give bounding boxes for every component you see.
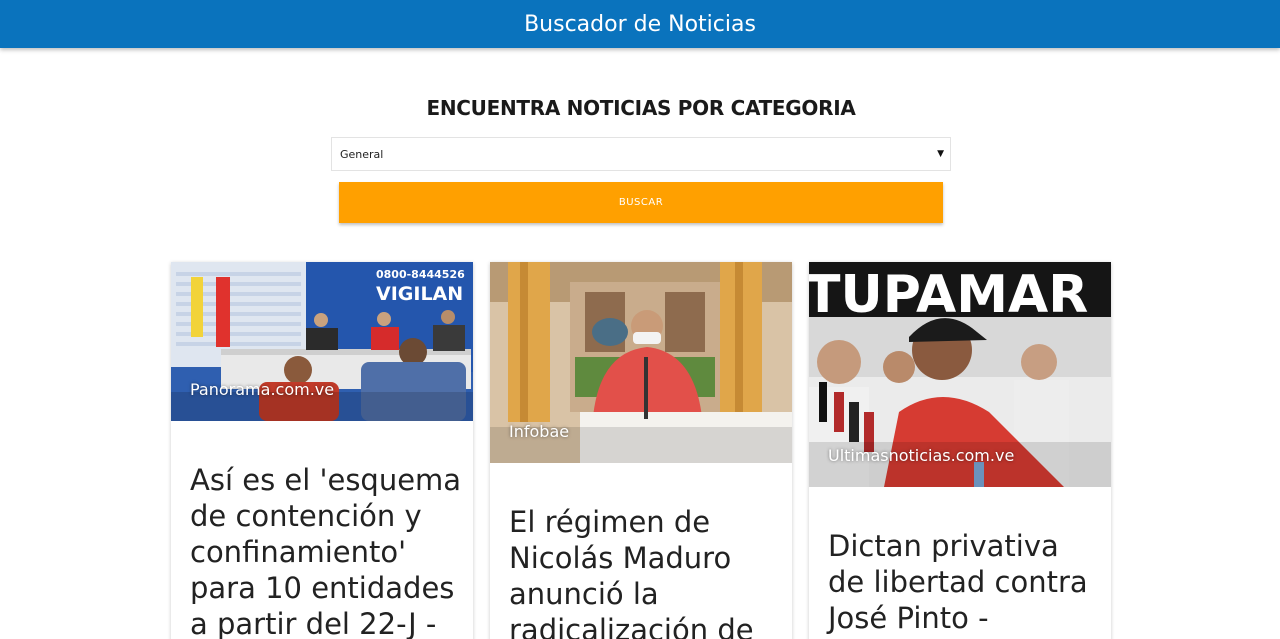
news-image[interactable]: TUPAMAR Ultimasnoticias.com.ve: [809, 262, 1111, 487]
news-card[interactable]: 0800-8444526 VIGILAN Panorama.com.ve Así…: [171, 262, 473, 639]
page-heading: ENCUENTRA NOTICIAS POR CATEGORIA: [426, 96, 856, 120]
news-source: Panorama.com.ve: [190, 380, 335, 399]
category-select-value: General: [340, 147, 384, 161]
search-button[interactable]: BUSCAR: [339, 182, 943, 223]
image-sign-main: VIGILAN: [376, 283, 463, 305]
app-header: Buscador de Noticias: [0, 0, 1280, 48]
news-image[interactable]: 0800-8444526 VIGILAN Panorama.com.ve: [171, 262, 473, 421]
news-title[interactable]: Dictan privativa de libertad contra José…: [828, 528, 1103, 636]
news-card[interactable]: TUPAMAR Ultimasnoticias.com.ve Dictan pr…: [809, 262, 1111, 639]
news-title[interactable]: El régimen de Nicolás Maduro anunció la …: [509, 504, 784, 639]
dropdown-arrow-icon: ▼: [937, 149, 944, 159]
image-banner-text: TUPAMAR: [809, 265, 1088, 325]
news-image[interactable]: Infobae: [490, 262, 792, 463]
news-source: Infobae: [509, 422, 570, 441]
news-card[interactable]: Infobae El régimen de Nicolás Maduro anu…: [490, 262, 792, 639]
news-source: Ultimasnoticias.com.ve: [828, 446, 1015, 465]
app-title: Buscador de Noticias: [524, 11, 756, 37]
image-sign-phone: 0800-8444526: [376, 268, 465, 281]
category-select[interactable]: General ▼: [331, 137, 951, 171]
news-title[interactable]: Así es el 'esquema de contención y confi…: [190, 462, 465, 639]
